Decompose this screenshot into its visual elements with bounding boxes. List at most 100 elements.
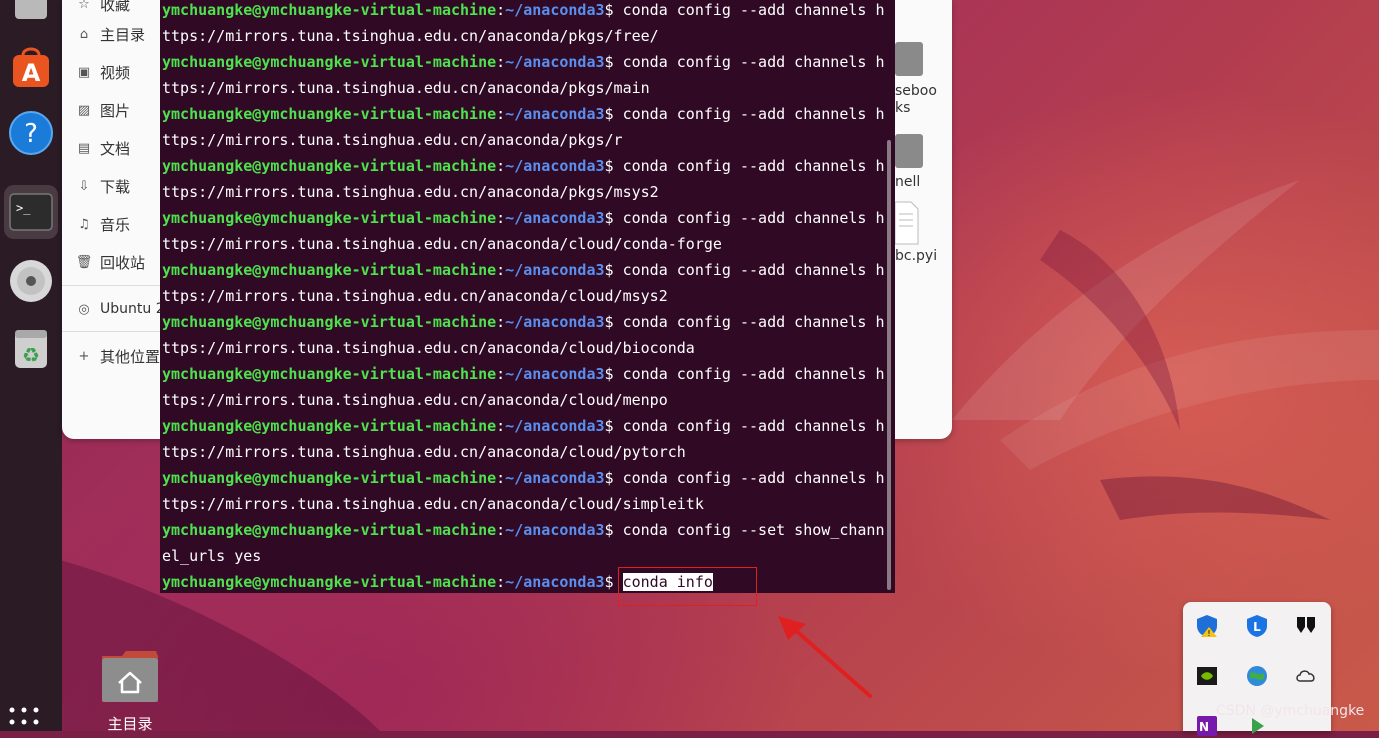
sidebar-item-pictures[interactable]: ▨ 图片 (76, 98, 166, 122)
prompt-path: ~/anaconda3 (505, 209, 605, 227)
sidebar-item-label: Ubuntu 2 (100, 301, 165, 317)
terminal-output-line: ttps://mirrors.tuna.tsinghua.edu.cn/anac… (162, 27, 659, 45)
prompt-separator: : (496, 365, 506, 383)
terminal-command: conda config --add channels h (622, 53, 885, 71)
terminal-prompt-line: ymchuangke@ymchuangke-virtual-machine:~/… (162, 312, 884, 338)
file-icon[interactable] (895, 200, 919, 246)
prompt-separator: : (496, 105, 506, 123)
prompt-separator: : (496, 313, 506, 331)
terminal-output-line: ttps://mirrors.tuna.tsinghua.edu.cn/anac… (162, 339, 695, 357)
trash-icon[interactable]: ♻ (4, 320, 58, 374)
prompt-path: ~/anaconda3 (505, 105, 605, 123)
prompt-path: ~/anaconda3 (505, 261, 605, 279)
sidebar-item-music[interactable]: ♫ 音乐 (76, 212, 166, 236)
sidebar-item-label: 其他位置 (100, 347, 161, 366)
svg-text:>_: >_ (16, 201, 31, 215)
svg-text:A: A (22, 59, 41, 87)
file-grid-partial: lt seboo ks nell bc.pyi (895, 0, 952, 439)
sidebar-item-label: 视频 (100, 63, 131, 82)
prompt-separator: : (496, 157, 506, 175)
download-icon: ⇩ (78, 178, 90, 194)
sidebar-item-home[interactable]: ⌂ 主目录 (76, 22, 166, 46)
help-icon[interactable]: ? (4, 106, 58, 160)
sidebar-item-other-locations[interactable]: + 其他位置 (76, 344, 166, 368)
prompt-dollar: $ (604, 105, 623, 123)
sidebar-divider (62, 285, 160, 286)
document-icon: ▤ (77, 140, 91, 156)
sidebar-item-label: 音乐 (100, 215, 131, 234)
terminal-app-icon[interactable]: >_ (4, 185, 58, 239)
sidebar-item-trash[interactable]: 🗑 回收站 (76, 250, 166, 274)
network-globe-icon[interactable] (1245, 664, 1269, 688)
sidebar-item-videos[interactable]: ▣ 视频 (76, 60, 166, 84)
folder-icon[interactable] (895, 134, 923, 168)
sidebar-item-label: 下载 (100, 177, 131, 196)
prompt-separator: : (496, 1, 506, 19)
terminal-prompt-line: ymchuangke@ymchuangke-virtual-machine:~/… (162, 52, 884, 78)
disc-icon[interactable] (4, 254, 58, 308)
prompt-user: ymchuangke@ymchuangke-virtual-machine (162, 521, 497, 539)
prompt-separator: : (496, 53, 506, 71)
terminal-prompt-line: ymchuangke@ymchuangke-virtual-machine:~/… (162, 416, 884, 442)
sidebar-item-downloads[interactable]: ⇩ 下载 (76, 174, 166, 198)
terminal-output-line: el_urls yes (162, 547, 262, 565)
terminal-window[interactable]: ymchuangke@ymchuangke-virtual-machine:~/… (160, 0, 895, 593)
terminal-command: conda config --add channels h (622, 209, 885, 227)
terminal-output-line: ttps://mirrors.tuna.tsinghua.edu.cn/anac… (162, 183, 659, 201)
terminal-command: conda config --add channels h (622, 261, 885, 279)
prompt-user: ymchuangke@ymchuangke-virtual-machine (162, 261, 497, 279)
sidebar-item-label: 文档 (100, 139, 131, 158)
prompt-user: ymchuangke@ymchuangke-virtual-machine (162, 313, 497, 331)
video-icon: ▣ (77, 64, 91, 80)
sidebar-item-label: 回收站 (100, 253, 146, 272)
sidebar-item-ubuntu-disc[interactable]: ◎ Ubuntu 2 (76, 297, 166, 321)
terminal-command: conda config --add channels h (622, 313, 885, 331)
terminal-scrollbar[interactable] (887, 140, 891, 590)
terminal-prompt-line: ymchuangke@ymchuangke-virtual-machine:~/… (162, 208, 884, 234)
terminal-prompt-line: ymchuangke@ymchuangke-virtual-machine:~/… (162, 364, 884, 390)
file-manager-sidebar: ☆ 收藏 ⌂ 主目录 ▣ 视频 ▨ 图片 ▤ 文档 ⇩ 下载 ♫ 音乐 🗑 回收… (62, 0, 165, 439)
sidebar-item-documents[interactable]: ▤ 文档 (76, 136, 166, 160)
file-label: seboo (895, 83, 937, 99)
folder-icon[interactable] (895, 42, 923, 76)
file-label: ks (895, 100, 911, 116)
terminal-command: conda config --add channels h (622, 1, 885, 19)
prompt-separator: : (496, 521, 506, 539)
terminal-output-line: ttps://mirrors.tuna.tsinghua.edu.cn/anac… (162, 443, 686, 461)
image-icon: ▨ (77, 102, 91, 118)
annotation-arrow-icon (778, 616, 872, 698)
sidebar-item-starred[interactable]: ☆ 收藏 (76, 0, 166, 16)
show-apps-grid-icon[interactable] (8, 706, 42, 726)
sidebar-divider (62, 331, 160, 332)
sidebar-item-label: 图片 (100, 101, 131, 120)
bookmark-app-icon[interactable] (1294, 614, 1318, 638)
terminal-output-line: ttps://mirrors.tuna.tsinghua.edu.cn/anac… (162, 79, 650, 97)
dock: A ? >_ ♻ (0, 0, 62, 731)
cloud-icon[interactable] (1294, 664, 1318, 688)
svg-text:?: ? (24, 119, 38, 149)
terminal-prompt-line: ymchuangke@ymchuangke-virtual-machine:~/… (162, 104, 884, 130)
nvidia-icon[interactable] (1195, 664, 1219, 688)
trash-icon: 🗑 (75, 254, 93, 270)
shield-l-icon[interactable]: L (1245, 614, 1269, 638)
terminal-command: conda config --add channels h (622, 417, 885, 435)
software-store-icon[interactable]: A (4, 40, 58, 94)
annotation-highlight-box (618, 567, 757, 606)
prompt-path: ~/anaconda3 (505, 313, 605, 331)
svg-text:L: L (1253, 620, 1261, 634)
windows-security-icon[interactable]: ! (1195, 614, 1219, 638)
desktop-home-folder[interactable] (100, 648, 160, 704)
prompt-path: ~/anaconda3 (505, 521, 605, 539)
music-icon: ♫ (78, 216, 90, 232)
terminal-output-line: ttps://mirrors.tuna.tsinghua.edu.cn/anac… (162, 495, 704, 513)
prompt-dollar: $ (604, 157, 623, 175)
prompt-separator: : (496, 261, 506, 279)
files-app-icon[interactable] (4, 0, 58, 30)
terminal-command: conda config --add channels h (622, 469, 885, 487)
prompt-dollar: $ (604, 209, 623, 227)
prompt-user: ymchuangke@ymchuangke-virtual-machine (162, 157, 497, 175)
prompt-dollar: $ (604, 261, 623, 279)
terminal-prompt-line: ymchuangke@ymchuangke-virtual-machine:~/… (162, 156, 884, 182)
disc-icon: ◎ (78, 301, 90, 317)
sidebar-item-label: 收藏 (100, 0, 131, 14)
